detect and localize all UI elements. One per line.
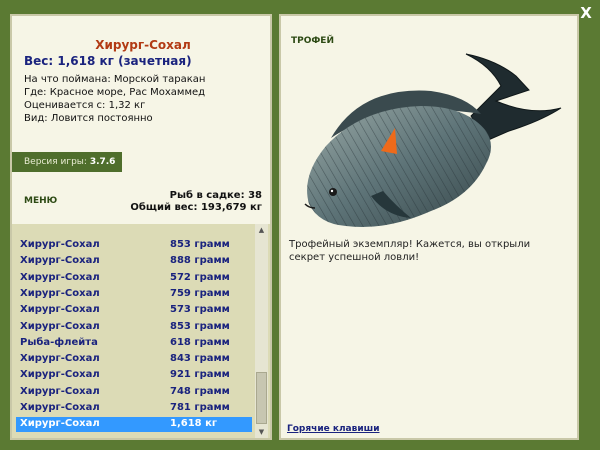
list-scrollbar[interactable]: ▲ ▼ xyxy=(255,224,268,438)
menu-button[interactable]: МЕНЮ xyxy=(24,196,57,206)
catch-name: Хирург-Сохал xyxy=(20,385,100,397)
list-item[interactable]: Хирург-Сохал 573 грамм xyxy=(16,303,252,318)
catch-weight: 781 грамм xyxy=(170,402,230,413)
trophy-panel: ТРОФЕЙ Трофейный экземпляр! Кажется, вы … xyxy=(279,14,579,440)
catch-weight: 573 грамм xyxy=(170,304,230,316)
catch-list[interactable]: ▲ ▼ Хирург-Сохал 853 грамм Хирург-Сохал 888… xyxy=(12,224,270,438)
list-item[interactable]: Хирург-Сохал 759 грамм xyxy=(16,287,252,302)
list-item[interactable]: Хирург-Сохал 921 грамм xyxy=(16,368,252,383)
version-value: 3.7.6 xyxy=(89,157,116,167)
trophy-message: Трофейный экземпляр! Кажется, вы открыли… xyxy=(289,239,531,263)
catch-name: Хирург-Сохал xyxy=(20,287,100,299)
catch-weight: 618 грамм xyxy=(170,336,230,348)
scrollbar-thumb[interactable] xyxy=(256,372,267,424)
list-item[interactable]: Хирург-Сохал 843 грамм xyxy=(16,352,252,367)
fish-count: Рыб в садке: 38 xyxy=(169,190,262,201)
catch-details-panel: Хирург-Сохал Вес: 1,618 кг (зачетная) На… xyxy=(10,14,272,440)
close-icon: X xyxy=(580,4,592,22)
catch-weight: 748 грамм xyxy=(170,385,230,397)
list-item[interactable]: Хирург-Сохал 853 грамм xyxy=(16,320,252,335)
catch-weight: 759 грамм xyxy=(170,287,230,299)
arrow-up-icon[interactable]: ▲ xyxy=(255,224,268,236)
species-info: Вид: Ловится постоянно xyxy=(24,113,153,124)
list-item[interactable]: Хирург-Сохал 572 грамм xyxy=(16,271,252,286)
list-item[interactable]: Хирург-Сохал 853 грамм xyxy=(16,238,252,253)
hotkeys-link[interactable]: Горячие клавиши xyxy=(287,424,380,434)
close-button[interactable]: X xyxy=(576,3,596,23)
catch-weight: 921 грамм xyxy=(170,369,230,381)
catch-name: Хирург-Сохал xyxy=(20,271,100,283)
fish-weight: Вес: 1,618 кг (зачетная) xyxy=(24,54,192,68)
location-info: Где: Красное море, Рас Мохаммед xyxy=(24,87,206,98)
game-version: Версия игры: 3.7.6 xyxy=(12,152,122,172)
catch-weight: 1,618 кг xyxy=(170,418,218,430)
catch-name: Хирург-Сохал xyxy=(20,402,100,413)
catch-name: Хирург-Сохал xyxy=(20,320,100,332)
fish-name: Хирург-Сохал xyxy=(95,38,191,52)
catch-name: Хирург-Сохал xyxy=(20,369,100,381)
list-item[interactable]: Хирург-Сохал 888 грамм xyxy=(16,254,252,269)
fish-image xyxy=(304,53,562,227)
total-weight: Общий вес: 193,679 кг xyxy=(130,202,262,213)
version-label: Версия игры: xyxy=(24,157,87,167)
catch-name: Хирург-Сохал xyxy=(20,239,100,250)
list-item[interactable]: Хирург-Сохал 748 грамм xyxy=(16,385,252,400)
list-item[interactable]: Хирург-Сохал 1,618 кг xyxy=(16,417,252,433)
arrow-down-icon[interactable]: ▼ xyxy=(255,426,268,438)
catch-name: Хирург-Сохал xyxy=(20,418,100,430)
catch-name: Хирург-Сохал xyxy=(20,255,100,267)
catch-name: Рыба-флейта xyxy=(20,336,98,348)
list-item[interactable]: Хирург-Сохал 781 грамм xyxy=(16,401,252,416)
catch-name: Хирург-Сохал xyxy=(20,353,100,365)
trophy-title: ТРОФЕЙ xyxy=(291,36,334,46)
list-item[interactable]: Рыба-флейта 618 грамм xyxy=(16,336,252,351)
bait-info: На что поймана: Морской таракан xyxy=(24,74,206,85)
catch-name: Хирург-Сохал xyxy=(20,304,100,316)
catch-weight: 853 грамм xyxy=(170,239,230,250)
catch-weight: 572 грамм xyxy=(170,271,230,283)
value-info: Оценивается с: 1,32 кг xyxy=(24,100,146,111)
catch-weight: 843 грамм xyxy=(170,353,230,365)
catch-weight: 853 грамм xyxy=(170,320,230,332)
catch-weight: 888 грамм xyxy=(170,255,230,267)
